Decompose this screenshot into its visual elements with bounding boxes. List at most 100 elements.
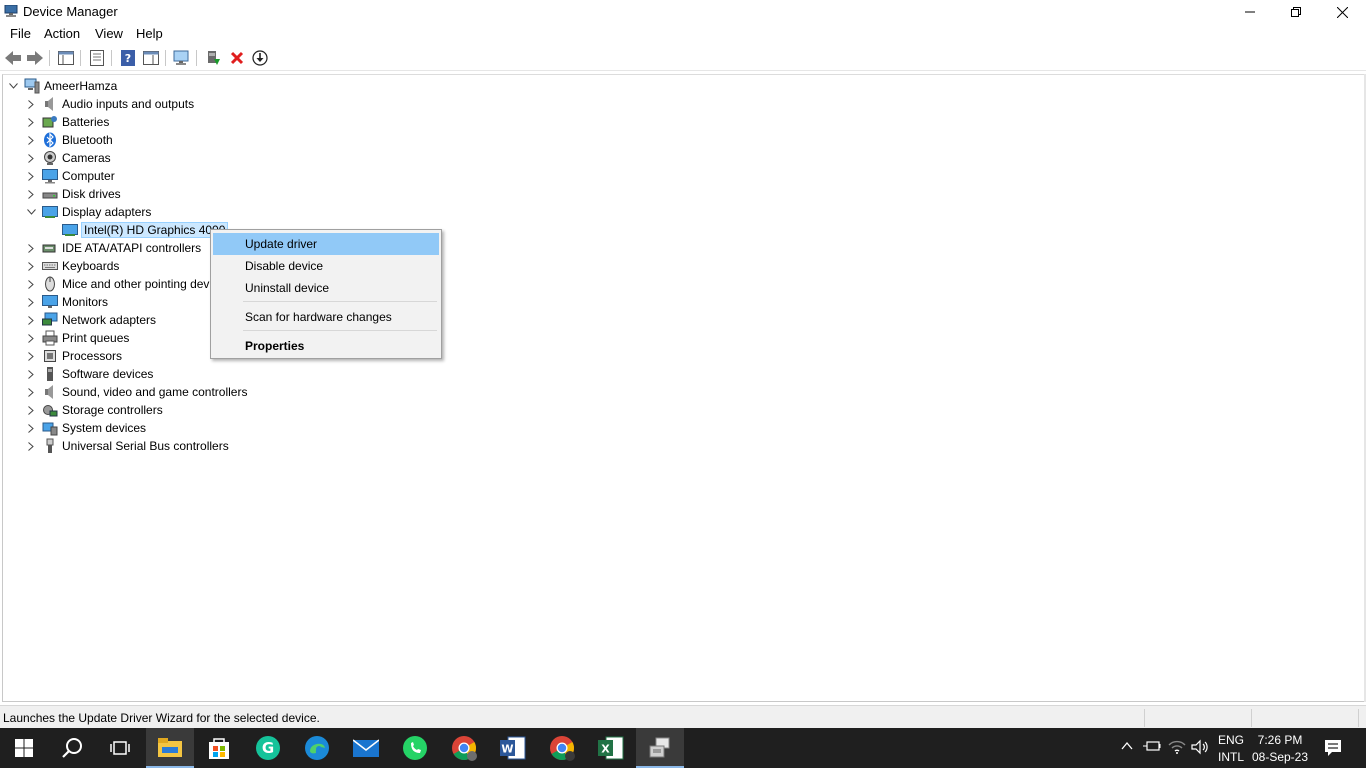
tree-item-software-devices[interactable]: Software devices: [26, 365, 153, 383]
task-view-button[interactable]: [96, 728, 144, 768]
show-hide-action-pane-button[interactable]: [142, 49, 160, 67]
expand-chevron-icon[interactable]: [26, 347, 36, 365]
expand-chevron-icon[interactable]: [26, 131, 36, 149]
expand-chevron-icon[interactable]: [26, 257, 36, 275]
scan-hardware-button[interactable]: [173, 49, 191, 67]
expand-chevron-icon[interactable]: [26, 185, 36, 203]
forward-button[interactable]: [26, 49, 44, 67]
taskbar-mail[interactable]: [342, 728, 390, 768]
taskbar-excel[interactable]: X: [587, 728, 635, 768]
tree-root[interactable]: AmeerHamza: [8, 77, 117, 95]
uninstall-device-menu-item[interactable]: Uninstall device: [213, 277, 439, 299]
tree-item-keyboards[interactable]: Keyboards: [26, 257, 119, 275]
expand-chevron-icon[interactable]: [26, 293, 36, 311]
title-bar[interactable]: Device Manager: [0, 0, 1366, 24]
search-button[interactable]: [48, 728, 96, 768]
language-indicator[interactable]: ENG INTL: [1218, 733, 1244, 764]
menu-file[interactable]: File: [10, 26, 31, 41]
tree-item-label: Batteries: [62, 115, 110, 129]
expand-chevron-icon[interactable]: [26, 329, 36, 347]
properties-button[interactable]: [88, 49, 106, 67]
clock[interactable]: 7:26 PM 08-Sep-23: [1250, 733, 1310, 764]
expand-chevron-icon[interactable]: [26, 365, 36, 383]
menu-view[interactable]: View: [95, 26, 123, 41]
expand-chevron-icon[interactable]: [26, 113, 36, 131]
toolbar-separator: [196, 50, 197, 66]
toolbar-separator: [49, 50, 50, 66]
display-adapter-icon: [42, 204, 58, 220]
forward-icon: [27, 51, 43, 65]
update-driver-button[interactable]: [204, 49, 222, 67]
context-menu: Update driver Disable device Uninstall d…: [210, 229, 442, 359]
expand-chevron-icon[interactable]: [26, 383, 36, 401]
tree-item-label: IDE ATA/ATAPI controllers: [62, 241, 202, 255]
battery-icon: [42, 114, 58, 130]
taskbar-whatsapp[interactable]: [391, 728, 439, 768]
properties-menu-item[interactable]: Properties: [213, 335, 439, 357]
action-center-button[interactable]: [1324, 739, 1342, 760]
disable-device-button[interactable]: [251, 49, 269, 67]
volume-tray-button[interactable]: [1191, 739, 1209, 758]
start-button[interactable]: [0, 728, 48, 768]
back-button[interactable]: [4, 49, 22, 67]
uninstall-device-button[interactable]: [228, 49, 246, 67]
taskbar-edge[interactable]: [293, 728, 341, 768]
back-icon: [5, 51, 21, 65]
action-pane-icon: [143, 51, 159, 65]
tree-item-print-queues[interactable]: Print queues: [26, 329, 129, 347]
tree-item-audio[interactable]: Audio inputs and outputs: [26, 95, 194, 113]
wifi-icon: [1168, 740, 1186, 754]
close-icon: [1336, 6, 1348, 18]
details-icon: [90, 50, 104, 66]
tree-item-monitors[interactable]: Monitors: [26, 293, 108, 311]
disable-device-menu-item[interactable]: Disable device: [213, 255, 439, 277]
tree-item-cameras[interactable]: Cameras: [26, 149, 111, 167]
taskbar-word[interactable]: W: [489, 728, 537, 768]
tree-item-batteries[interactable]: Batteries: [26, 113, 109, 131]
expand-chevron-icon[interactable]: [26, 401, 36, 419]
svg-text:W: W: [501, 743, 513, 756]
tree-item-bluetooth[interactable]: Bluetooth: [26, 131, 113, 149]
tree-item-label: Cameras: [62, 151, 111, 165]
collapse-chevron-icon[interactable]: [8, 77, 18, 95]
tree-item-disk-drives[interactable]: Disk drives: [26, 185, 121, 203]
tree-item-system-devices[interactable]: System devices: [26, 419, 146, 437]
expand-chevron-icon[interactable]: [26, 239, 36, 257]
expand-chevron-icon[interactable]: [26, 149, 36, 167]
taskbar-chrome-2[interactable]: [538, 728, 586, 768]
show-hidden-icons-button[interactable]: [1121, 740, 1133, 754]
restore-button[interactable]: [1273, 0, 1319, 24]
expand-chevron-icon[interactable]: [26, 95, 36, 113]
tree-item-storage-controllers[interactable]: Storage controllers: [26, 401, 163, 419]
close-button[interactable]: [1319, 0, 1365, 24]
taskbar-chrome-1[interactable]: [440, 728, 488, 768]
expand-chevron-icon[interactable]: [26, 167, 36, 185]
tree-item-processors[interactable]: Processors: [26, 347, 122, 365]
tree-item-mice[interactable]: Mice and other pointing devices: [26, 275, 231, 293]
taskbar-grammarly[interactable]: G: [244, 728, 292, 768]
taskbar-file-explorer[interactable]: [146, 728, 194, 768]
menu-help[interactable]: Help: [136, 26, 163, 41]
update-driver-menu-item[interactable]: Update driver: [213, 233, 439, 255]
collapse-chevron-icon[interactable]: [26, 203, 36, 221]
menu-action[interactable]: Action: [44, 26, 80, 41]
expand-chevron-icon[interactable]: [26, 419, 36, 437]
expand-chevron-icon[interactable]: [26, 275, 36, 293]
tree-item-usb-controllers[interactable]: Universal Serial Bus controllers: [26, 437, 229, 455]
battery-tray-button[interactable]: [1143, 739, 1161, 756]
tree-item-display-adapters[interactable]: Display adapters: [26, 203, 151, 221]
help-button[interactable]: ?: [119, 49, 137, 67]
network-tray-button[interactable]: [1168, 739, 1186, 758]
tree-item-network-adapters[interactable]: Network adapters: [26, 311, 156, 329]
minimize-button[interactable]: [1227, 0, 1273, 24]
expand-chevron-icon[interactable]: [26, 311, 36, 329]
taskbar-store[interactable]: [195, 728, 243, 768]
taskbar-device-manager[interactable]: [636, 728, 684, 768]
scan-hardware-menu-item[interactable]: Scan for hardware changes: [213, 306, 439, 328]
expand-chevron-icon[interactable]: [26, 437, 36, 455]
tree-item-computer[interactable]: Computer: [26, 167, 115, 185]
show-hide-console-tree-button[interactable]: [57, 49, 75, 67]
tree-item-sound-video[interactable]: Sound, video and game controllers: [26, 383, 247, 401]
tree-item-intel-hd-graphics[interactable]: Intel(R) HD Graphics 4000: [62, 221, 229, 239]
tree-item-ide-ata[interactable]: IDE ATA/ATAPI controllers: [26, 239, 201, 257]
